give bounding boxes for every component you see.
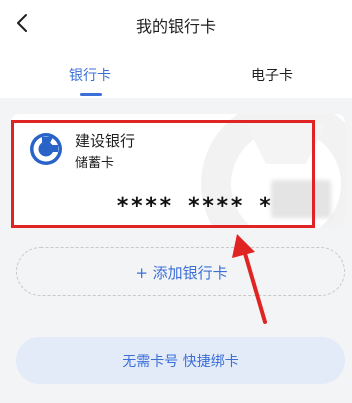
active-tab-indicator xyxy=(80,93,102,96)
quick-bind-button[interactable]: 无需卡号 快捷绑卡 xyxy=(16,337,345,384)
quick-bind-label: 无需卡号 快捷绑卡 xyxy=(122,354,239,370)
tab-bank-card[interactable]: 银行卡 xyxy=(69,65,111,85)
page-title: 我的银行卡 xyxy=(135,17,216,36)
tab-bar: 银行卡 电子卡 xyxy=(0,50,352,98)
add-bank-card-button[interactable]: + 添加银行卡 xyxy=(16,247,345,296)
top-bar: 我的银行卡 xyxy=(0,0,352,50)
annotation-highlight-box xyxy=(11,120,315,228)
tab-electronic-card[interactable]: 电子卡 xyxy=(251,65,293,85)
add-bank-card-label: + 添加银行卡 xyxy=(135,264,228,282)
